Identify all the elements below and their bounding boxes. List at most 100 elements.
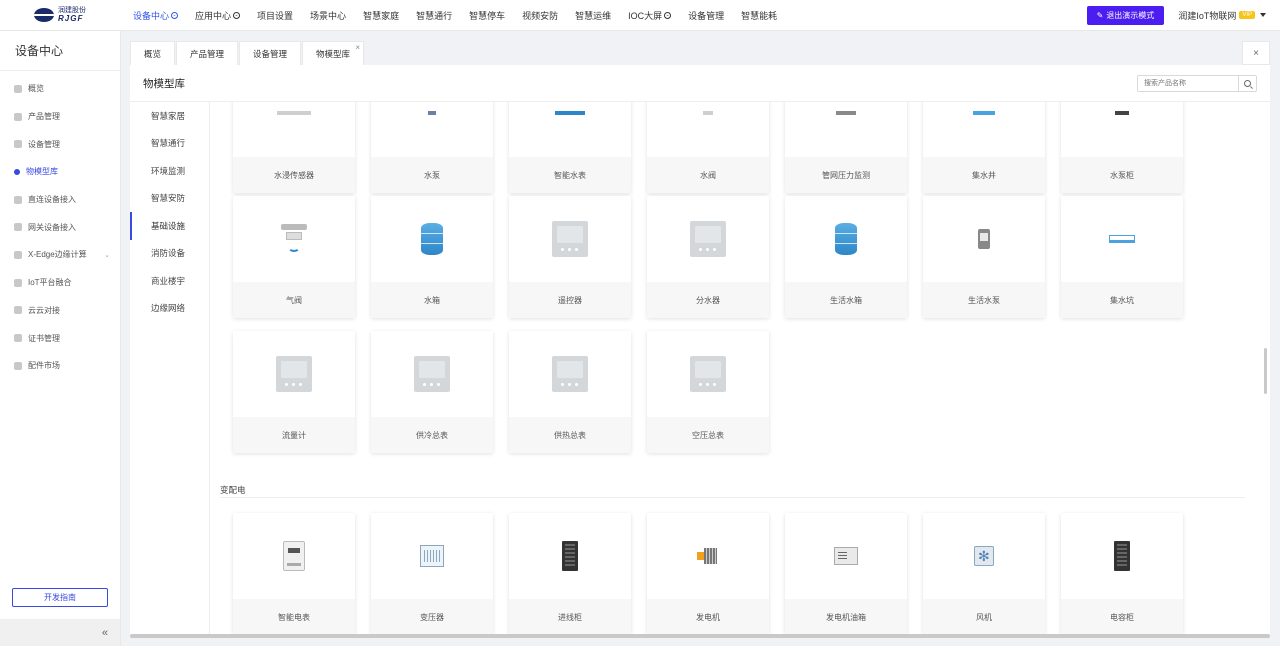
nav-item-10[interactable]: 设备管理	[688, 9, 724, 22]
nav-item-6[interactable]: 智慧停车	[469, 9, 505, 22]
sidebar-item-1[interactable]: 产品管理	[0, 103, 120, 131]
category-item-1[interactable]: 智慧通行	[130, 130, 209, 158]
model-card[interactable]: 发电机	[647, 513, 769, 635]
user-menu[interactable]: 润建IoT物联网 VIP	[1178, 9, 1266, 22]
sidebar-item-8[interactable]: 云云对接	[0, 297, 120, 325]
nav-item-label: IOC大屏	[628, 10, 663, 21]
model-card[interactable]: 生活水泵	[923, 196, 1045, 318]
model-card[interactable]: 遥控器	[509, 196, 631, 318]
caret-down-icon	[1260, 13, 1266, 17]
category-item-2[interactable]: 环境监测	[130, 157, 209, 185]
sidebar-item-9[interactable]: 证书管理	[0, 324, 120, 352]
model-card[interactable]: 供冷总表	[371, 331, 493, 453]
sidebar-item-4[interactable]: 直连设备接入	[0, 186, 120, 214]
model-card-image	[233, 513, 355, 599]
model-card-image	[647, 331, 769, 417]
nav-item-1[interactable]: 应用中心 ⌄	[195, 9, 241, 22]
double-chevron-left-icon: «	[101, 626, 108, 639]
category-item-0[interactable]: 智慧家居	[130, 102, 209, 130]
category-item-5[interactable]: 消防设备	[130, 240, 209, 268]
model-card-image	[233, 331, 355, 417]
model-card[interactable]: 水阀	[647, 102, 769, 193]
company-logo[interactable]: 润建股份 RJGF	[0, 0, 121, 31]
model-card[interactable]: 发电机油箱	[785, 513, 907, 635]
sidebar: 设备中心 概览 产品管理 设备管理 物模型库 直连设备接入 网关设备接入 X-Edge边缘计…	[0, 31, 121, 646]
collapse-sidebar-button[interactable]: «	[0, 619, 120, 646]
sidebar-item-label: IoT平台融合	[28, 278, 72, 288]
nav-item-label: 智慧家庭	[363, 10, 400, 21]
category-item-7[interactable]: 边缘网络	[130, 295, 209, 323]
category-item-3[interactable]: 智慧安防	[130, 185, 209, 213]
smart-electric-meter-icon	[283, 541, 305, 571]
tab-close-icon[interactable]: ×	[355, 43, 360, 52]
model-card-label: 遥控器	[509, 282, 631, 318]
search-button[interactable]	[1238, 76, 1256, 91]
category-item-6[interactable]: 商业楼宇	[130, 267, 209, 295]
water-tank-icon	[421, 223, 443, 255]
nav-item-2[interactable]: 项目设置	[257, 9, 293, 22]
model-card[interactable]: 生活水箱	[785, 196, 907, 318]
chevron-down-icon: ⌄	[104, 251, 110, 259]
model-card[interactable]: 管网压力监测	[785, 102, 907, 193]
horizontal-scrollbar[interactable]	[130, 634, 1270, 638]
model-card[interactable]: 流量计	[233, 331, 355, 453]
model-card[interactable]: 水泵	[371, 102, 493, 193]
sidebar-item-5[interactable]: 网关设备接入	[0, 213, 120, 241]
model-card[interactable]: 智能水表	[509, 102, 631, 193]
sidebar-item-7[interactable]: IoT平台融合	[0, 269, 120, 297]
category-item-4[interactable]: 基础设施	[130, 212, 209, 240]
model-card[interactable]: 供热总表	[509, 331, 631, 453]
nav-item-8[interactable]: 智慧运维	[575, 9, 611, 22]
sidebar-item-label: 设备管理	[28, 139, 60, 149]
model-card[interactable]: 气阀	[233, 196, 355, 318]
nav-item-11[interactable]: 智慧能耗	[741, 9, 777, 22]
model-card[interactable]: 空压总表	[647, 331, 769, 453]
model-card[interactable]: 变压器	[371, 513, 493, 635]
nav-item-4[interactable]: 智慧家庭	[363, 9, 399, 22]
sump-pit-icon	[1109, 235, 1135, 243]
close-all-tabs-button[interactable]: ×	[1242, 41, 1270, 65]
model-card[interactable]: 电容柜	[1061, 513, 1183, 635]
model-card[interactable]: 水浸传感器	[233, 102, 355, 193]
model-card[interactable]: 风机	[923, 513, 1045, 635]
pump-icon	[428, 111, 436, 115]
logo-en-text: RJGF	[58, 14, 84, 23]
generator-icon	[697, 546, 719, 566]
nav-item-3[interactable]: 场景中心	[310, 9, 346, 22]
sidebar-item-icon	[14, 84, 22, 93]
nav-item-9[interactable]: IOC大屏 ⌄	[628, 9, 672, 22]
sidebar-item-label: 云云对接	[28, 305, 60, 315]
sidebar-item-2[interactable]: 设备管理	[0, 130, 120, 158]
nav-item-0[interactable]: 设备中心 ⌄	[133, 9, 179, 22]
sidebar-item-icon	[14, 334, 22, 343]
nav-item-5[interactable]: 智慧通行	[416, 9, 452, 22]
tab-0[interactable]: 概览	[130, 41, 176, 65]
model-card[interactable]: 水箱	[371, 196, 493, 318]
search-input[interactable]	[1138, 76, 1238, 91]
sidebar-item-3[interactable]: 物模型库	[0, 158, 120, 186]
model-card-area: 水浸传感器 水泵 智能水表 水阀 管网压力监测 集水井 水泵柜 气阀 水箱 遥控器 分水器 生活水箱…	[210, 102, 1270, 635]
model-card-label: 进线柜	[509, 599, 631, 635]
model-card-label: 生活水泵	[923, 282, 1045, 318]
model-card-label: 电容柜	[1061, 599, 1183, 635]
model-card[interactable]: 分水器	[647, 196, 769, 318]
tab-2[interactable]: 设备管理	[239, 41, 302, 65]
nav-item-label: 设备管理	[688, 10, 725, 21]
vertical-scrollbar[interactable]	[1264, 348, 1267, 394]
model-card[interactable]: 水泵柜	[1061, 102, 1183, 193]
model-card[interactable]: 集水井	[923, 102, 1045, 193]
exit-demo-button[interactable]: ✎ 退出演示模式	[1086, 5, 1165, 25]
model-card[interactable]: 智能电表	[233, 513, 355, 635]
sidebar-item-10[interactable]: 配件市场	[0, 352, 120, 380]
tab-1[interactable]: 产品管理	[176, 41, 239, 65]
nav-item-7[interactable]: 视频安防	[522, 9, 558, 22]
sidebar-item-0[interactable]: 概览	[0, 75, 120, 103]
model-card[interactable]: 进线柜	[509, 513, 631, 635]
tab-3[interactable]: 物模型库 ×	[302, 41, 365, 65]
model-card-label: 管网压力监测	[785, 157, 907, 193]
dev-guide-button[interactable]: 开发指南	[12, 588, 108, 607]
sidebar-item-6[interactable]: X-Edge边缘计算 ⌄	[0, 241, 120, 269]
model-card[interactable]: 集水坑	[1061, 196, 1183, 318]
chevron-down-icon: ⌄	[664, 11, 672, 19]
model-card-label: 智能水表	[509, 157, 631, 193]
